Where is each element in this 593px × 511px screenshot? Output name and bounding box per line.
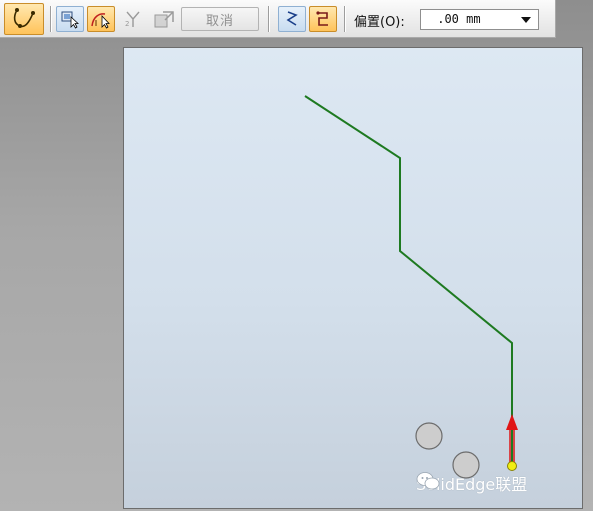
endpoint-handle[interactable] [507, 461, 517, 471]
circle-handle-1[interactable] [415, 422, 443, 450]
open-path-button[interactable] [278, 6, 306, 32]
toolbar: 2 取消 偏置(O): .00 mm [0, 0, 556, 38]
offset-value[interactable]: .00 mm [430, 12, 480, 26]
finish-button[interactable] [150, 6, 178, 32]
graphics-window[interactable]: SolidEdge联盟 [123, 47, 583, 509]
watermark: SolidEdge联盟 [416, 471, 527, 495]
arc-select-icon [91, 13, 110, 29]
toolbar-separator [268, 6, 269, 32]
sketch-view [304, 95, 518, 479]
select-window-icon [61, 11, 80, 29]
offset-label: 偏置(O): [354, 15, 405, 30]
cancel-button[interactable]: 取消 [181, 7, 259, 31]
path-polyline[interactable] [304, 95, 513, 466]
path-curve-icon [13, 8, 35, 28]
select-window-button[interactable] [56, 6, 84, 32]
finish-icon [154, 11, 174, 28]
closed-path-icon [316, 11, 328, 26]
chevron-down-icon[interactable] [521, 17, 531, 23]
branch-icon: 2 [125, 11, 140, 28]
closed-path-button[interactable] [309, 6, 337, 32]
toolbar-separator [344, 6, 345, 32]
svg-text:2: 2 [125, 20, 129, 28]
wechat-icon [416, 472, 440, 490]
open-path-icon [286, 11, 298, 26]
branch-button[interactable]: 2 [119, 6, 147, 32]
offset-dropdown[interactable]: .00 mm [420, 9, 539, 30]
path-tool-button[interactable] [4, 3, 44, 35]
toolbar-separator [50, 6, 51, 32]
arc-select-button[interactable] [87, 6, 115, 32]
